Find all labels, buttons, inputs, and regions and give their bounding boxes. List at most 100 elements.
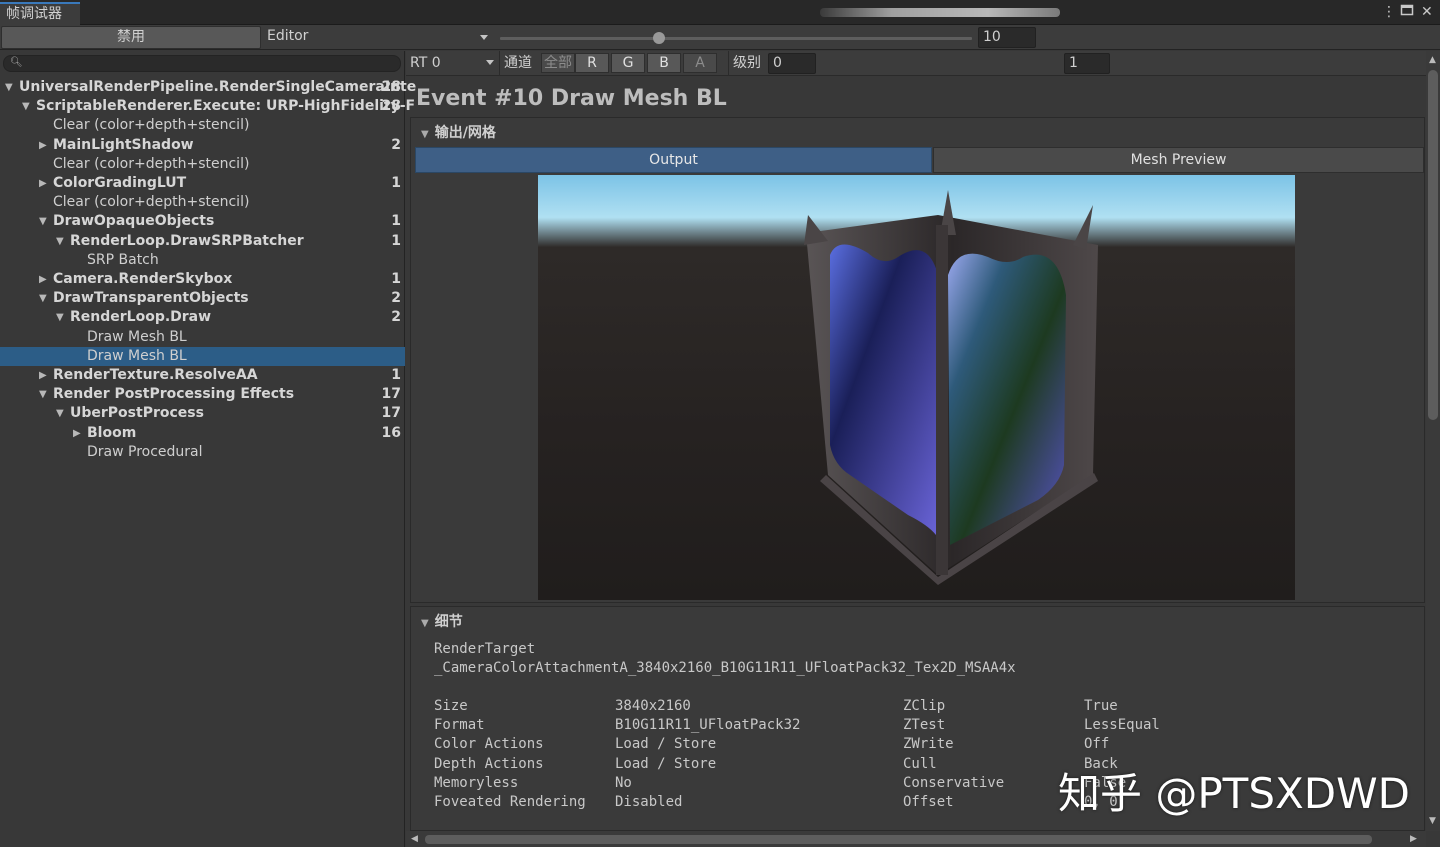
channel-g-button[interactable]: G bbox=[611, 53, 645, 73]
chevron-down-icon bbox=[486, 60, 494, 65]
tree-row-count: 28 bbox=[381, 98, 401, 115]
detail-key: Memoryless bbox=[434, 774, 519, 791]
output-section-title: 输出/网格 bbox=[434, 125, 496, 141]
tree-row-label: UniversalRenderPipeline.RenderSingleCame… bbox=[19, 79, 417, 95]
tree-row-count: 16 bbox=[381, 424, 401, 441]
tree-row[interactable]: ▶ ColorGradingLUT 1 bbox=[0, 174, 405, 193]
collapsed-arrow-icon[interactable]: ▶ bbox=[39, 366, 49, 385]
scroll-up-icon[interactable]: ▲ bbox=[1429, 55, 1436, 65]
expanded-arrow-icon[interactable]: ▼ bbox=[56, 308, 66, 327]
render-target-toolbar: RT 0 通道 全部 R G B A 级别 0 1 bbox=[406, 51, 1426, 76]
tree-row-label: Render PostProcessing Effects bbox=[53, 386, 295, 403]
tree-row[interactable]: ▼ UniversalRenderPipeline.RenderSingleCam… bbox=[0, 78, 416, 97]
collapsed-arrow-icon[interactable]: ▶ bbox=[73, 424, 83, 443]
rt-dropdown[interactable]: RT 0 bbox=[410, 51, 494, 76]
search-icon: 🔍︎ bbox=[10, 57, 23, 68]
tree-row-count: 1 bbox=[391, 271, 401, 287]
details-section-header[interactable]: ▼ 细节 bbox=[421, 611, 463, 631]
detail-key: Format bbox=[434, 717, 485, 734]
tree-row[interactable]: Draw Procedural bbox=[0, 443, 405, 462]
tree-row-label: Draw Procedural bbox=[87, 443, 203, 460]
tree-row-label: ColorGradingLUT bbox=[53, 175, 187, 191]
tree-row[interactable]: ▶ MainLightShadow 2 bbox=[0, 136, 405, 155]
scroll-right-icon[interactable]: ▶ bbox=[1410, 834, 1417, 844]
expanded-arrow-icon[interactable]: ▼ bbox=[39, 385, 49, 404]
expanded-arrow-icon[interactable]: ▼ bbox=[56, 232, 66, 251]
tree-row-label: Clear (color+depth+stencil) bbox=[53, 155, 250, 172]
tab-output[interactable]: Output bbox=[415, 147, 932, 173]
collapsed-arrow-icon[interactable]: ▶ bbox=[39, 270, 49, 289]
output-section-header[interactable]: ▼ 输出/网格 bbox=[421, 122, 496, 142]
tree-row[interactable]: Clear (color+depth+stencil) bbox=[0, 193, 405, 212]
expanded-arrow-icon[interactable]: ▼ bbox=[22, 97, 32, 116]
tree-row[interactable]: Draw Mesh BL bbox=[0, 328, 405, 347]
scroll-left-icon[interactable]: ◀ bbox=[411, 834, 418, 844]
collapsed-arrow-icon[interactable]: ▶ bbox=[39, 136, 49, 155]
tree-row[interactable]: Draw Mesh BL bbox=[0, 346, 405, 366]
details-section-title: 细节 bbox=[434, 614, 463, 630]
tree-row-label: DrawTransparentObjects bbox=[53, 290, 249, 307]
window-tab[interactable]: 帧调试器 bbox=[0, 2, 80, 25]
event-slider-track[interactable] bbox=[500, 37, 972, 40]
detail-key: Size bbox=[434, 698, 468, 714]
tree-row[interactable]: SRP Batch bbox=[0, 251, 405, 270]
tree-row[interactable]: ▶ Camera.RenderSkybox 1 bbox=[0, 270, 405, 289]
mip-field[interactable]: 1 bbox=[1064, 53, 1110, 74]
expanded-arrow-icon[interactable]: ▼ bbox=[39, 289, 49, 308]
tree-row[interactable]: ▼ UberPostProcess 17 bbox=[0, 404, 405, 423]
triangle-down-icon: ▼ bbox=[421, 618, 429, 629]
render-target-value: _CameraColorAttachmentA_3840x2160_B10G11… bbox=[434, 660, 1016, 676]
triangle-down-icon: ▼ bbox=[421, 129, 429, 140]
channel-label: 通道 bbox=[499, 51, 532, 76]
expanded-arrow-icon[interactable]: ▼ bbox=[56, 404, 66, 423]
expanded-arrow-icon[interactable]: ▼ bbox=[39, 212, 49, 231]
tree-row[interactable]: ▶ RenderTexture.ResolveAA 1 bbox=[0, 366, 405, 385]
more-menu-icon[interactable]: ⋮ bbox=[1382, 3, 1396, 21]
tree-row[interactable]: ▼ DrawTransparentObjects 2 bbox=[0, 289, 405, 308]
detail-value: LessEqual bbox=[1084, 717, 1160, 734]
event-index-field[interactable]: 10 bbox=[978, 27, 1036, 48]
tree-row-count: 2 bbox=[391, 290, 401, 307]
tree-row[interactable]: ▼ RenderLoop.DrawSRPBatcher 1 bbox=[0, 232, 405, 251]
maximize-icon[interactable] bbox=[1400, 3, 1414, 22]
rt-dropdown-label: RT 0 bbox=[410, 55, 441, 71]
level-field[interactable]: 0 bbox=[768, 53, 816, 74]
vertical-scroll-thumb[interactable] bbox=[1428, 70, 1438, 420]
tree-row-label: RenderLoop.DrawSRPBatcher bbox=[70, 232, 304, 249]
tree-row-label: MainLightShadow bbox=[53, 136, 194, 153]
detail-value: Off bbox=[1084, 736, 1110, 753]
close-icon[interactable]: ✕ bbox=[1421, 3, 1433, 21]
expanded-arrow-icon[interactable]: ▼ bbox=[5, 78, 15, 97]
tree-row-label: RenderTexture.ResolveAA bbox=[53, 367, 258, 383]
collapsed-arrow-icon[interactable]: ▶ bbox=[39, 174, 49, 193]
channel-b-button[interactable]: B bbox=[647, 53, 681, 73]
search-input[interactable]: 🔍︎ bbox=[3, 55, 401, 72]
tree-row[interactable]: ▼ RenderLoop.Draw 2 bbox=[0, 308, 405, 327]
target-dropdown[interactable]: Editor bbox=[262, 26, 494, 49]
event-slider-thumb[interactable] bbox=[653, 32, 665, 44]
scroll-down-icon[interactable]: ▼ bbox=[1429, 816, 1436, 826]
level-label: 级别 bbox=[728, 51, 761, 76]
channel-all-button[interactable]: 全部 bbox=[541, 53, 575, 73]
title-bar: 帧调试器 ⋮ ✕ bbox=[0, 0, 1440, 25]
detail-value: True bbox=[1084, 698, 1118, 714]
tree-row-count: 1 bbox=[391, 175, 401, 191]
horizontal-scroll-thumb[interactable] bbox=[425, 835, 1372, 844]
tree-row[interactable]: ▶ Bloom 16 bbox=[0, 424, 405, 443]
tree-row[interactable]: ▼ Render PostProcessing Effects 17 bbox=[0, 385, 405, 404]
level-range-slider[interactable] bbox=[820, 8, 1060, 17]
tree-row[interactable]: ▼ DrawOpaqueObjects 1 bbox=[0, 212, 405, 231]
detail-key: Color Actions bbox=[434, 736, 544, 753]
detail-key: ZClip bbox=[903, 698, 946, 714]
render-target-label: RenderTarget bbox=[434, 641, 536, 657]
tree-row[interactable]: Clear (color+depth+stencil) bbox=[0, 116, 405, 135]
tab-mesh-preview[interactable]: Mesh Preview bbox=[933, 147, 1424, 173]
channel-r-button[interactable]: R bbox=[575, 53, 609, 73]
tree-row[interactable]: ▼ ScriptableRenderer.Execute: URP-HighFid… bbox=[0, 97, 415, 116]
disable-button[interactable]: 禁用 bbox=[1, 26, 261, 49]
tree-row-count: 1 bbox=[391, 367, 401, 383]
channel-a-button[interactable]: A bbox=[683, 53, 717, 73]
tree-row[interactable]: Clear (color+depth+stencil) bbox=[0, 155, 405, 174]
tree-row-label: Bloom bbox=[87, 424, 137, 441]
detail-key: Cull bbox=[903, 755, 937, 772]
